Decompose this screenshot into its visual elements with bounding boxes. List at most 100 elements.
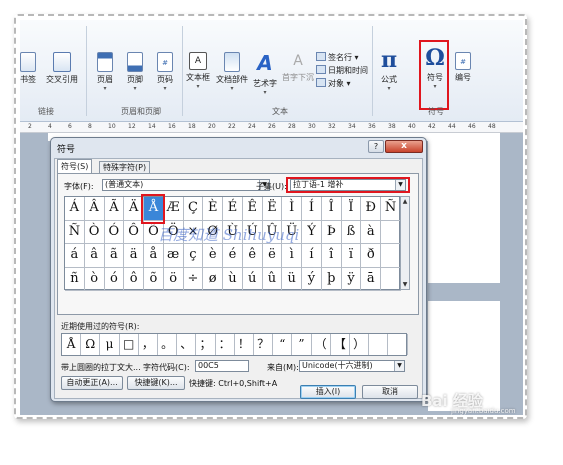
symbol-cell[interactable]: è: [203, 244, 224, 268]
autocorrect-button[interactable]: 自动更正(A)...: [61, 376, 123, 390]
symbol-cell[interactable]: ú: [242, 267, 263, 291]
recent-symbol-cell[interactable]: 、: [177, 334, 197, 355]
symbol-cell[interactable]: Á: [65, 197, 85, 221]
header-button[interactable]: 页眉 ▾: [92, 52, 118, 92]
recent-symbol-cell[interactable]: ，: [139, 334, 158, 355]
symbol-cell[interactable]: ü: [282, 267, 303, 291]
symbol-cell[interactable]: Ï: [341, 197, 362, 221]
recent-symbol-cell[interactable]: μ: [100, 334, 120, 355]
footer-button[interactable]: 页脚 ▾: [122, 52, 148, 92]
symbol-cell[interactable]: Ë: [262, 197, 283, 221]
symbol-cell[interactable]: þ: [321, 267, 342, 291]
symbol-cell[interactable]: [381, 220, 401, 244]
symbol-cell[interactable]: ô: [124, 267, 145, 291]
close-button[interactable]: x: [385, 140, 423, 153]
symbol-cell[interactable]: ÿ: [341, 267, 362, 291]
symbol-cell[interactable]: à: [361, 220, 382, 244]
symbol-cell[interactable]: ß: [341, 220, 362, 244]
recent-symbol-cell[interactable]: （: [312, 334, 331, 355]
recent-symbol-cell[interactable]: ！: [235, 334, 254, 355]
symbol-cell[interactable]: Â: [84, 197, 105, 221]
symbol-cell[interactable]: Í: [302, 197, 322, 221]
recent-symbol-cell[interactable]: ：: [216, 334, 235, 355]
symbol-cell[interactable]: Ê: [242, 197, 263, 221]
symbol-cell[interactable]: æ: [163, 244, 184, 268]
recent-symbol-cell[interactable]: [369, 334, 389, 355]
grid-scrollbar[interactable]: ▲ ▼: [400, 196, 410, 290]
character-code-input[interactable]: 00C5: [195, 360, 249, 372]
symbol-cell[interactable]: Þ: [321, 220, 342, 244]
from-select[interactable]: Unicode(十六进制) ▼: [299, 360, 405, 372]
symbol-cell[interactable]: Ó: [104, 220, 125, 244]
symbol-cell[interactable]: ñ: [65, 267, 85, 291]
symbol-cell[interactable]: Û: [262, 220, 283, 244]
recent-symbol-cell[interactable]: ？: [254, 334, 274, 355]
symbol-cell[interactable]: [381, 267, 401, 291]
recent-symbol-cell[interactable]: ；: [196, 334, 216, 355]
symbol-cell[interactable]: Ö: [163, 220, 184, 244]
symbol-cell[interactable]: Ù: [223, 220, 243, 244]
symbol-cell[interactable]: ä: [124, 244, 145, 268]
symbol-cell[interactable]: Ç: [183, 197, 204, 221]
symbol-cell[interactable]: á: [65, 244, 85, 268]
recent-symbol-cell[interactable]: ）: [350, 334, 370, 355]
symbol-cell[interactable]: ×: [183, 220, 204, 244]
symbol-cell[interactable]: ê: [242, 244, 263, 268]
recent-symbol-cell[interactable]: “: [273, 334, 293, 355]
symbol-cell[interactable]: ö: [163, 267, 184, 291]
recent-symbol-cell[interactable]: ”: [292, 334, 312, 355]
page-number-button[interactable]: # 页码 ▾: [152, 52, 178, 92]
symbol-cell[interactable]: ð: [361, 244, 382, 268]
object-button[interactable]: 对象 ▾: [316, 78, 351, 89]
symbol-cell[interactable]: Ñ: [381, 197, 401, 221]
symbol-cell[interactable]: ā: [361, 267, 382, 291]
dropcap-button[interactable]: A 首字下沉: [282, 52, 314, 83]
symbol-cell[interactable]: Ø: [203, 220, 224, 244]
symbol-cell[interactable]: Ý: [302, 220, 322, 244]
symbol-cell[interactable]: å: [144, 244, 164, 268]
symbol-cell[interactable]: í: [302, 244, 322, 268]
symbol-cell[interactable]: â: [84, 244, 105, 268]
symbol-cell[interactable]: Æ: [163, 197, 184, 221]
insert-button[interactable]: 插入(I): [300, 385, 356, 399]
recent-symbol-cell[interactable]: 。: [158, 334, 178, 355]
symbol-cell[interactable]: ã: [104, 244, 125, 268]
symbol-cell[interactable]: Ð: [361, 197, 382, 221]
scroll-down-icon[interactable]: ▼: [401, 280, 409, 289]
symbol-cell[interactable]: é: [223, 244, 243, 268]
date-time-button[interactable]: 日期和时间: [316, 65, 368, 76]
symbol-cell[interactable]: ù: [223, 267, 243, 291]
symbol-cell[interactable]: ó: [104, 267, 125, 291]
quick-parts-button[interactable]: 文档部件 ▾: [214, 52, 250, 92]
symbol-cell[interactable]: Ì: [282, 197, 303, 221]
symbol-cell[interactable]: [381, 244, 401, 268]
horizontal-ruler[interactable]: 2 4 6 8 10 12 14 16 18 20 22 24 26 28 30 32 34 36 38 40 42 44…: [20, 122, 523, 133]
cancel-button[interactable]: 取消: [362, 385, 418, 399]
equation-button[interactable]: π 公式 ▾: [376, 48, 402, 92]
symbol-cell[interactable]: Î: [321, 197, 342, 221]
bookmark-button[interactable]: 书签: [20, 52, 40, 85]
help-button[interactable]: ?: [368, 140, 384, 153]
recent-symbol-cell[interactable]: □: [120, 334, 139, 355]
tab-special-characters[interactable]: 特殊字符(P): [99, 161, 151, 173]
symbol-cell[interactable]: ì: [282, 244, 303, 268]
cross-reference-button[interactable]: 交叉引用: [42, 52, 82, 85]
symbol-cell[interactable]: ç: [183, 244, 204, 268]
symbol-cell[interactable]: ÷: [183, 267, 204, 291]
symbol-cell[interactable]: Ò: [84, 220, 105, 244]
symbol-cell[interactable]: Ô: [124, 220, 145, 244]
symbol-cell[interactable]: ï: [341, 244, 362, 268]
scroll-up-icon[interactable]: ▲: [401, 197, 409, 206]
recent-symbol-cell[interactable]: [388, 334, 408, 355]
symbol-cell[interactable]: ò: [84, 267, 105, 291]
textbox-button[interactable]: A 文本框 ▾: [183, 52, 213, 90]
symbol-cell[interactable]: ë: [262, 244, 283, 268]
signature-line-button[interactable]: 签名行 ▾: [316, 52, 359, 63]
font-select[interactable]: (普通文本) ▼: [102, 179, 270, 191]
symbol-cell[interactable]: È: [203, 197, 224, 221]
symbol-cell[interactable]: õ: [144, 267, 164, 291]
numbering-button[interactable]: # 编号: [452, 52, 474, 83]
symbol-cell[interactable]: ø: [203, 267, 224, 291]
symbol-cell[interactable]: ý: [302, 267, 322, 291]
tab-symbols[interactable]: 符号(S): [57, 159, 93, 173]
